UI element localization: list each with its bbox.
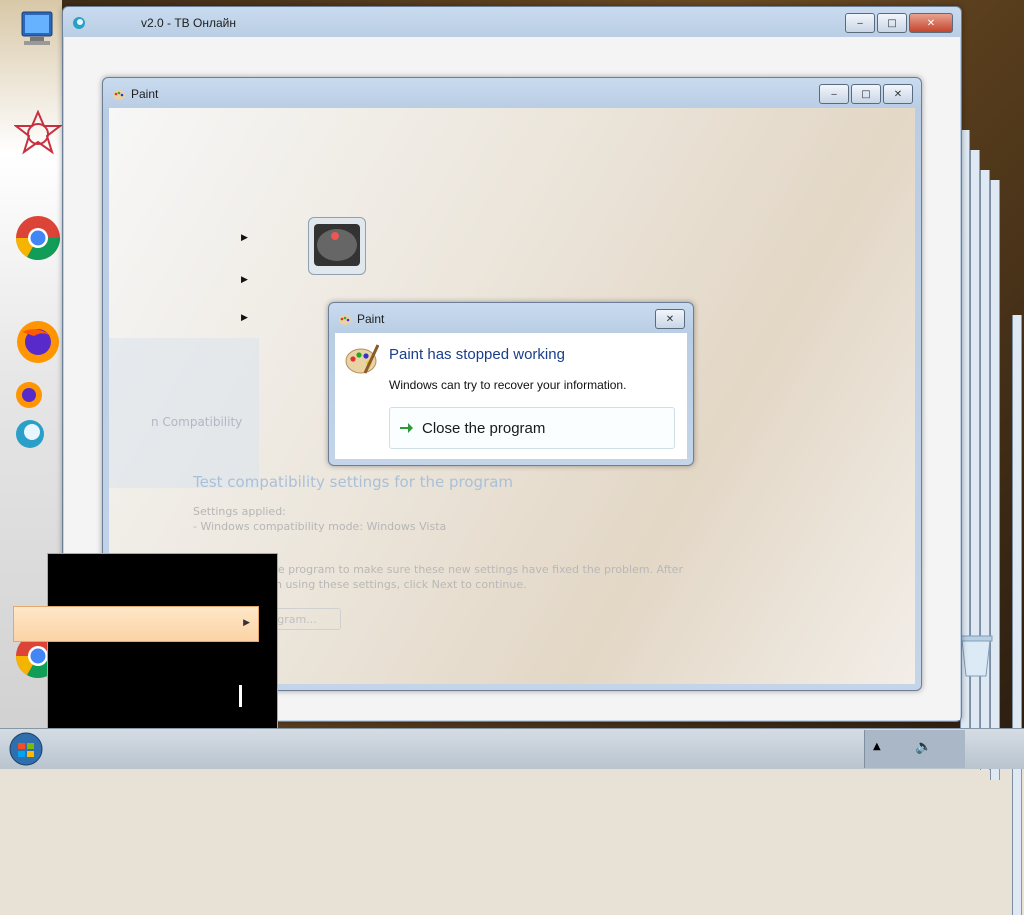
compat-heading: Test compatibility settings for the prog… xyxy=(193,473,514,491)
compat-desc-line1: st the program to make sure these new se… xyxy=(253,563,683,576)
error-close-button[interactable]: ✕ xyxy=(655,309,685,329)
volume-icon[interactable]: 🔈 xyxy=(915,739,932,755)
paint-minimize-button[interactable]: ‒ xyxy=(819,84,849,104)
compat-title: n Compatibility xyxy=(151,415,243,429)
submenu-arrow-icon: ▶ xyxy=(241,233,248,243)
minimize-button[interactable]: ‒ xyxy=(845,13,875,33)
minimize-icon: ‒ xyxy=(856,17,864,29)
close-icon: ✕ xyxy=(926,17,936,29)
compat-settings-value: - Windows compatibility mode: Windows Vi… xyxy=(193,520,447,533)
maximize-button[interactable]: □ xyxy=(877,13,907,33)
close-icon: ✕ xyxy=(893,88,903,100)
compat-desc-line2: gram using these settings, click Next to… xyxy=(253,578,527,591)
firefox-icon[interactable] xyxy=(14,318,62,369)
chrome-icon[interactable] xyxy=(14,214,62,265)
close-icon: ✕ xyxy=(665,313,675,325)
paint-maximize-button[interactable]: □ xyxy=(851,84,881,104)
media-player-icon[interactable] xyxy=(308,217,366,275)
text-cursor xyxy=(239,685,242,707)
paint-app-icon xyxy=(113,90,125,100)
recycle-bin-icon[interactable] xyxy=(956,632,996,681)
submenu-arrow-icon: ▶ xyxy=(241,313,248,323)
main-window-title: v2.0 - ТВ Онлайн xyxy=(141,16,236,30)
menu-item-highlighted[interactable]: ▶ xyxy=(13,606,259,642)
system-tray: ▲ 🔈 xyxy=(864,730,965,768)
error-dialog-title: Paint xyxy=(357,312,385,326)
close-button[interactable]: ✕ xyxy=(909,13,953,33)
show-hidden-icons-icon[interactable]: ▲ xyxy=(873,741,881,752)
close-program-label: Close the program xyxy=(422,419,546,437)
tlarts-tv-icon[interactable] xyxy=(14,418,46,453)
compat-settings-label: Settings applied: xyxy=(193,505,286,518)
error-message: Windows can try to recover your informat… xyxy=(389,378,627,392)
paint-palette-icon xyxy=(345,344,379,374)
minimize-icon: ‒ xyxy=(830,88,838,100)
computer-icon[interactable] xyxy=(14,8,60,51)
paint-window-title: Paint xyxy=(131,87,159,101)
paint-app-icon xyxy=(339,315,351,325)
maximize-icon: □ xyxy=(887,17,897,29)
error-dialog-client: Paint has stopped working Windows can tr… xyxy=(335,333,687,459)
tlarts-app-icon xyxy=(73,17,85,29)
paint-close-button[interactable]: ✕ xyxy=(883,84,913,104)
start-button[interactable] xyxy=(4,731,48,767)
submenu-arrow-icon: ▶ xyxy=(243,618,250,628)
context-menu[interactable]: ▶ xyxy=(13,553,278,757)
submenu-arrow-icon: ▶ xyxy=(241,275,248,285)
close-program-button[interactable]: Close the program xyxy=(389,407,675,449)
error-heading: Paint has stopped working xyxy=(389,346,565,363)
error-dialog[interactable]: Paint ✕ Paint has stopped working Window… xyxy=(328,302,694,466)
firefox-small-icon[interactable] xyxy=(14,380,44,413)
tlarts-icon[interactable] xyxy=(13,109,63,161)
green-arrow-icon xyxy=(400,423,413,433)
maximize-icon: □ xyxy=(861,88,871,100)
